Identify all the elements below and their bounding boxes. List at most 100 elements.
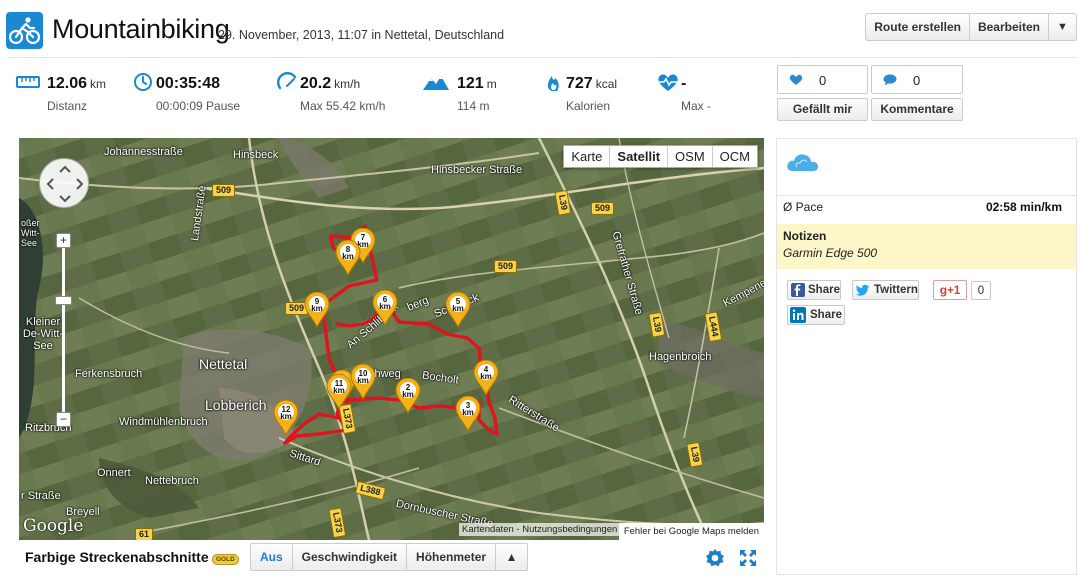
map-label: Kleiner De-Witt-See	[22, 316, 64, 352]
linkedin-icon	[790, 307, 806, 323]
linkedin-share-button[interactable]: Share	[787, 305, 845, 325]
activity-details-panel: Ø Pace 02:58 min/km Notizen Garmin Edge …	[776, 138, 1077, 575]
heartbeat-icon	[658, 74, 678, 91]
stat-value: -	[681, 75, 687, 92]
map-type-karte[interactable]: Karte	[564, 146, 611, 167]
stat-label: Max 55.42 km/h	[300, 99, 386, 113]
pan-control[interactable]	[39, 158, 89, 208]
collapse-button[interactable]: ▲	[496, 544, 527, 570]
km-marker-12[interactable]: 12 km	[273, 399, 299, 437]
activity-date-location: 29. November, 2013, 11:07 in Nettetal, D…	[218, 28, 505, 42]
stat-label: Distanz	[47, 99, 88, 113]
notes-text: Garmin Edge 500	[783, 246, 878, 260]
segment-speed-button[interactable]: Geschwindigkeit	[293, 544, 408, 570]
header-actions: Route erstellen Bearbeiten ▼	[865, 13, 1077, 41]
road-number-sign: 509	[591, 202, 615, 215]
header-divider	[7, 57, 1077, 58]
zoom-out-button[interactable]: −	[56, 412, 71, 427]
more-dropdown-button[interactable]: ▼	[1049, 14, 1076, 40]
km-marker-2[interactable]: 2 km	[395, 377, 421, 415]
pace-label: Ø Pace	[783, 200, 824, 214]
satellite-imagery	[19, 138, 764, 540]
colored-segments-title: Farbige Streckenabschnitte	[25, 549, 209, 565]
facebook-icon	[791, 283, 805, 297]
stat-label: Kalorien	[566, 99, 611, 113]
comments-button[interactable]: Kommentare	[871, 98, 963, 121]
segment-off-button[interactable]: Aus	[251, 544, 293, 570]
speech-bubble-icon	[883, 74, 897, 86]
cyclist-icon	[6, 12, 43, 49]
likes-count: 0	[819, 73, 827, 88]
km-marker-10[interactable]: 10 km	[350, 363, 376, 401]
map-type-osm[interactable]: OSM	[668, 146, 713, 167]
stat-label: Max -	[681, 99, 711, 113]
road-number-sign: 509	[494, 260, 518, 273]
map-label-town: Nettetal	[199, 356, 248, 372]
comments-count: 0	[913, 73, 921, 88]
map-label: oßer Witt-See	[21, 218, 40, 248]
notes-box: Notizen Garmin Edge 500	[777, 224, 1076, 269]
km-marker-6[interactable]: 6 km	[372, 289, 398, 327]
fullscreen-icon[interactable]	[738, 548, 758, 568]
cloud-weather-icon	[787, 154, 819, 171]
gold-badge: GOLD	[212, 554, 239, 565]
google-logo: Google	[23, 516, 84, 536]
map-label: Ferkensbruch	[75, 368, 143, 380]
zoom-slider-track[interactable]	[62, 240, 65, 424]
map-terms-link[interactable]: Kartendaten - Nutzungsbedingungen	[459, 523, 621, 536]
clock-icon	[134, 73, 152, 91]
edit-button[interactable]: Bearbeiten	[970, 14, 1049, 40]
map-type-ocm[interactable]: OCM	[713, 146, 757, 167]
map-label: Hagenbroich	[649, 351, 712, 363]
pace-value: 02:58 min/km	[985, 200, 1062, 214]
map-label: Johannesstraße	[104, 146, 183, 158]
google-plus-count: 0	[971, 281, 991, 300]
stat-value: 727 kcal	[566, 75, 618, 92]
km-marker-5[interactable]: 5 km	[445, 291, 471, 329]
facebook-share-button[interactable]: Share	[787, 280, 841, 300]
map-label: Onnert	[97, 467, 131, 479]
gear-icon[interactable]	[705, 548, 725, 568]
pace-row: Ø Pace 02:58 min/km	[777, 195, 1076, 217]
km-marker-4[interactable]: 4 km	[473, 359, 499, 397]
google-plus-icon: g	[939, 283, 948, 297]
map-type-satellit[interactable]: Satellit	[610, 146, 669, 167]
map-label: Hinsbecker Straße	[431, 164, 523, 176]
flame-icon	[547, 76, 559, 91]
comments-counter: 0	[871, 65, 963, 94]
stat-value: 12.06 km	[47, 75, 107, 92]
ruler-icon	[16, 76, 40, 88]
map-label: Hinsbeck	[233, 149, 279, 161]
stat-label: 114 m	[457, 99, 490, 113]
map-label-town: Lobberich	[205, 397, 267, 413]
create-route-button[interactable]: Route erstellen	[866, 14, 970, 40]
segment-elevation-button[interactable]: Höhenmeter	[407, 544, 497, 570]
km-marker-9[interactable]: 9 km	[304, 291, 330, 329]
stat-value: 121 m	[457, 75, 497, 92]
stat-value: 00:35:48	[156, 75, 221, 92]
zoom-in-button[interactable]: +	[56, 233, 71, 248]
km-marker-11[interactable]: 11 km	[326, 373, 352, 411]
map-label: Nettebruch	[145, 475, 199, 487]
mountain-icon	[423, 76, 449, 90]
stat-value: 20.2 km/h	[300, 75, 361, 92]
segment-color-selector: Aus Geschwindigkeit Höhenmeter ▲	[250, 543, 529, 571]
notes-heading: Notizen	[783, 229, 827, 243]
km-marker-8[interactable]: 8 km	[335, 239, 361, 277]
like-button[interactable]: Gefällt mir	[777, 98, 868, 121]
twitter-share-button[interactable]: Twittern	[852, 280, 919, 300]
km-marker-3[interactable]: 3 km	[455, 395, 481, 433]
report-map-error-link[interactable]: Fehler bei Google Maps melden	[618, 523, 764, 540]
speedometer-icon	[277, 72, 297, 90]
road-number-sign: 61	[135, 528, 154, 540]
google-plus-one-button[interactable]: g+1	[933, 280, 967, 300]
page-title: Mountainbiking	[52, 14, 230, 44]
likes-counter: 0	[777, 65, 868, 94]
route-map[interactable]: Johannesstraße Hinsbeck Hinsbecker Straß…	[19, 138, 764, 540]
map-type-switcher: Karte Satellit OSM OCM	[563, 145, 758, 168]
activity-header: Mountainbiking 29. November, 2013, 11:07…	[0, 0, 1084, 56]
stat-label: 00:00:09 Pause	[156, 99, 241, 113]
heart-icon	[789, 74, 803, 85]
twitter-icon	[856, 283, 870, 297]
zoom-slider-handle[interactable]	[55, 296, 72, 305]
